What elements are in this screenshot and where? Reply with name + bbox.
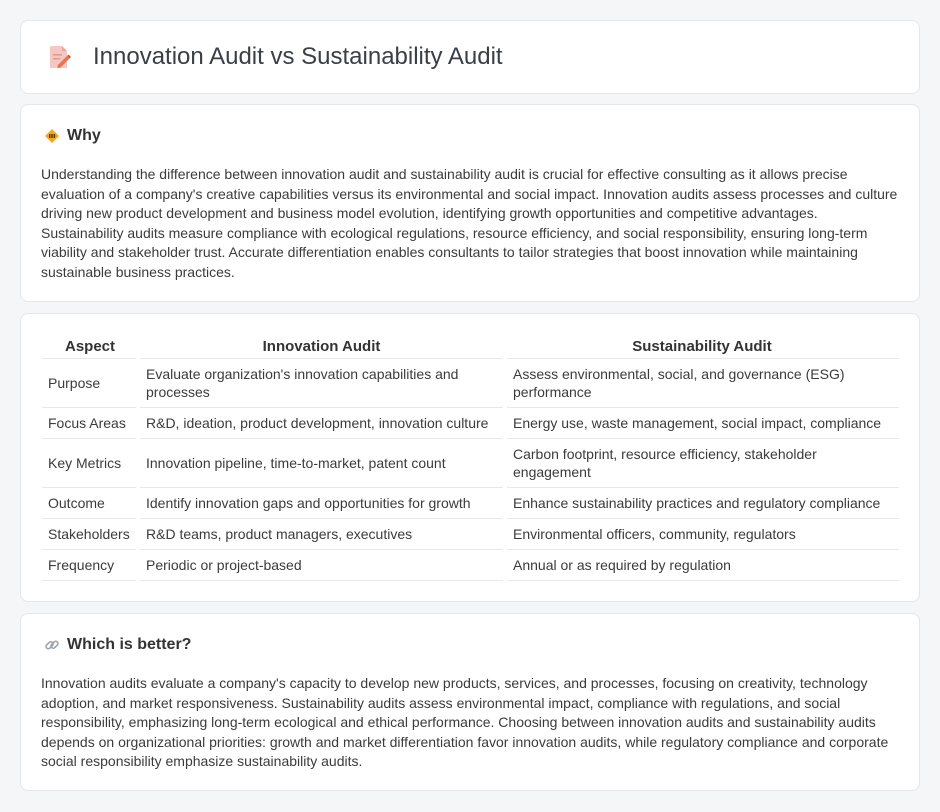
table-cell: Periodic or project-based <box>136 548 505 581</box>
table-cell: Environmental officers, community, regul… <box>503 517 899 549</box>
comparison-table-card: Aspect Innovation Audit Sustainability A… <box>20 313 920 602</box>
column-header-aspect: Aspect <box>64 338 116 356</box>
table-cell: Frequency <box>42 548 138 581</box>
table-row: Frequency Periodic or project-based Annu… <box>42 548 899 581</box>
table-cell: Evaluate organization's innovation capab… <box>136 357 505 407</box>
table-header-row: Aspect Innovation Audit Sustainability A… <box>42 336 899 358</box>
table-cell: Assess environmental, social, and govern… <box>503 357 899 407</box>
table-row: Stakeholders R&D teams, product managers… <box>42 517 899 549</box>
document-pencil-icon <box>50 46 71 69</box>
better-text: Innovation audits evaluate a company's c… <box>41 675 889 769</box>
why-heading: Why <box>67 127 101 144</box>
table-row: Outcome Identify innovation gaps and opp… <box>42 486 899 518</box>
diamond-warning-icon <box>43 127 61 145</box>
column-header-sustainability: Sustainability Audit <box>632 338 772 356</box>
table-row: Key Metrics Innovation pipeline, time-to… <box>42 437 899 487</box>
table-row: Purpose Evaluate organization's innovati… <box>42 357 899 407</box>
header-card: Innovation Audit vs Sustainability Audit <box>20 20 920 94</box>
table-cell: Energy use, waste management, social imp… <box>503 406 899 438</box>
table-cell: Focus Areas <box>42 406 138 438</box>
why-card: Why Understanding the difference between… <box>20 104 920 302</box>
link-icon <box>43 636 61 654</box>
comparison-table: Aspect Innovation Audit Sustainability A… <box>42 336 899 581</box>
table-cell: Innovation pipeline, time-to-market, pat… <box>136 437 505 487</box>
table-cell: Stakeholders <box>42 517 138 549</box>
table-cell: Outcome <box>42 486 138 518</box>
table-cell: Purpose <box>42 357 138 407</box>
table-cell: Carbon footprint, resource efficiency, s… <box>503 437 899 487</box>
table-row: Focus Areas R&D, ideation, product devel… <box>42 406 899 438</box>
table-cell: Annual or as required by regulation <box>503 548 899 581</box>
which-is-better-card: Which is better? Innovation audits evalu… <box>20 613 920 791</box>
table-cell: Identify innovation gaps and opportuniti… <box>136 486 505 518</box>
table-cell: Enhance sustainability practices and reg… <box>503 486 899 518</box>
page-title: Innovation Audit vs Sustainability Audit <box>93 43 503 70</box>
column-header-innovation: Innovation Audit <box>262 338 381 356</box>
why-text: Understanding the difference between inn… <box>41 166 898 280</box>
better-heading: Which is better? <box>67 636 192 653</box>
table-cell: R&D teams, product managers, executives <box>136 517 505 549</box>
table-cell: R&D, ideation, product development, inno… <box>136 406 505 438</box>
table-cell: Key Metrics <box>42 437 138 487</box>
